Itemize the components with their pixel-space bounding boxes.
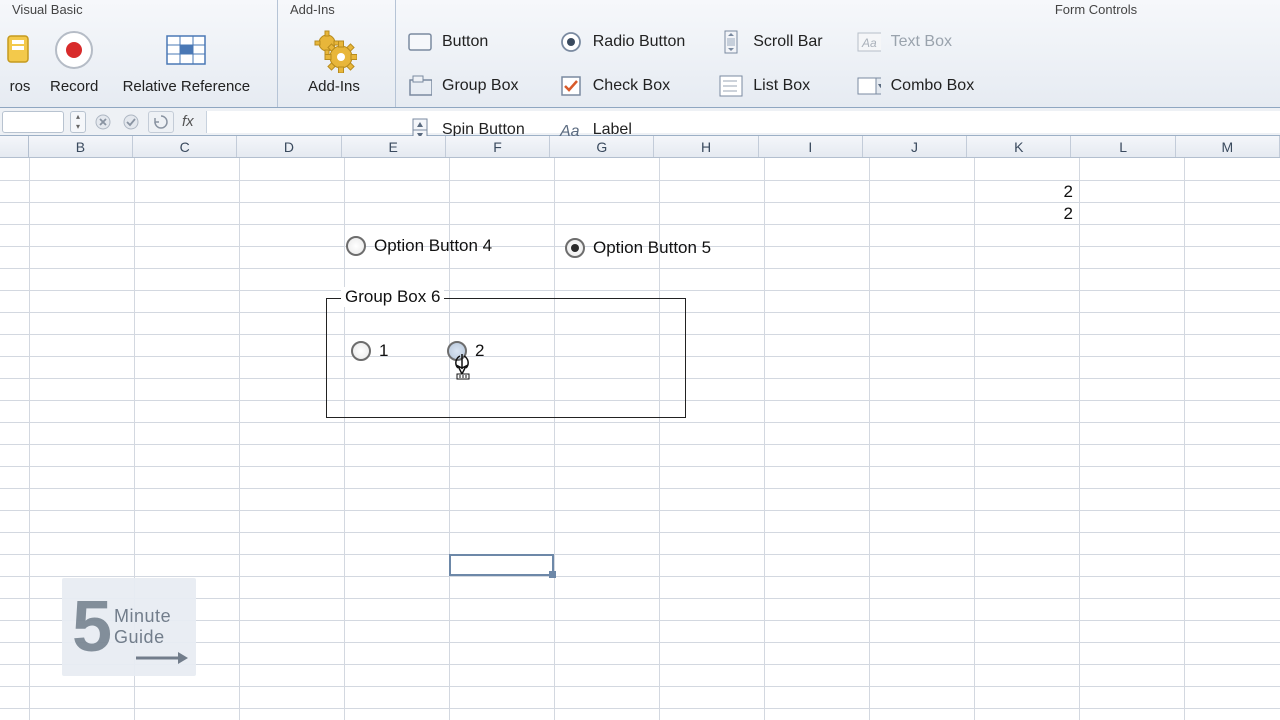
recent-icon [154, 115, 168, 129]
fill-handle[interactable] [549, 571, 556, 578]
col-header-I[interactable]: I [759, 136, 863, 157]
check-icon [123, 114, 139, 130]
form-control-combo-box[interactable]: Combo Box [857, 67, 975, 105]
record-button[interactable]: Record [42, 20, 106, 97]
macros-icon [6, 24, 34, 76]
groupbox-icon [408, 74, 432, 98]
namebox-stepper[interactable]: ▴▾ [70, 111, 86, 133]
form-control-button[interactable]: Button [408, 23, 525, 61]
cell-value: 2 [974, 182, 1079, 202]
watermark-logo: 5 Minute Guide [62, 578, 196, 676]
groupbox-option-2[interactable]: 2 [447, 341, 484, 361]
macros-button[interactable]: ros [6, 20, 42, 97]
x-icon [95, 114, 111, 130]
relative-reference-icon [163, 24, 209, 76]
combobox-icon [857, 74, 881, 98]
recent-formula-button[interactable] [148, 111, 174, 133]
col-header-D[interactable]: D [237, 136, 341, 157]
record-icon [52, 24, 96, 76]
form-control-check-box[interactable]: Check Box [559, 67, 686, 105]
ribbon-group-visual-basic: Visual Basic ros Record [0, 0, 278, 107]
option-button-5[interactable]: Option Button 5 [565, 238, 711, 258]
col-header-L[interactable]: L [1071, 136, 1175, 157]
ribbon-group-form-controls: Form Controls Button Radio Button [396, 0, 1280, 107]
radio-icon [565, 238, 585, 258]
form-control-radio-button[interactable]: Radio Button [559, 23, 686, 61]
button-icon [408, 30, 432, 54]
ribbon-group-addins: Add-Ins [278, 0, 396, 107]
radio-icon [447, 341, 467, 361]
arrow-icon [134, 650, 190, 666]
checkbox-icon [559, 74, 583, 98]
enter-formula-button[interactable] [120, 111, 142, 133]
group-label-form-controls: Form Controls [402, 0, 1274, 17]
form-control-list-box[interactable]: List Box [719, 67, 822, 105]
group-label-addins: Add-Ins [284, 0, 389, 20]
radio-icon [346, 236, 366, 256]
spreadsheet-grid[interactable]: 2 2 Option Button 4 Option Button 5 Grou… [0, 158, 1280, 720]
group-box-6[interactable]: Group Box 6 1 2 [326, 298, 686, 418]
select-all-corner[interactable] [0, 136, 29, 157]
col-header-B[interactable]: B [29, 136, 133, 157]
addins-button[interactable]: Add-Ins [284, 20, 384, 97]
column-headers: B C D E F G H I J K L M [0, 136, 1280, 158]
radio-icon [351, 341, 371, 361]
col-header-H[interactable]: H [654, 136, 758, 157]
name-box[interactable] [2, 111, 64, 133]
col-header-E[interactable]: E [342, 136, 446, 157]
form-control-group-box[interactable]: Group Box [408, 67, 525, 105]
gear-icon [311, 24, 357, 76]
col-header-K[interactable]: K [967, 136, 1071, 157]
svg-text:Aa: Aa [861, 36, 877, 50]
scrollbar-icon [719, 30, 743, 54]
listbox-icon [719, 74, 743, 98]
form-control-text-box[interactable]: Aa Text Box [857, 23, 975, 61]
col-header-M[interactable]: M [1176, 136, 1280, 157]
option-button-4[interactable]: Option Button 4 [346, 236, 492, 256]
active-cell[interactable] [449, 554, 554, 576]
group-box-label: Group Box 6 [341, 287, 444, 307]
col-header-J[interactable]: J [863, 136, 967, 157]
col-header-F[interactable]: F [446, 136, 550, 157]
col-header-C[interactable]: C [133, 136, 237, 157]
group-label-visual-basic: Visual Basic [6, 0, 271, 20]
cancel-formula-button[interactable] [92, 111, 114, 133]
textbox-icon: Aa [857, 30, 881, 54]
radio-icon [559, 30, 583, 54]
form-control-scroll-bar[interactable]: Scroll Bar [719, 23, 822, 61]
cell-value: 2 [974, 204, 1079, 224]
fx-label[interactable]: fx [182, 113, 194, 130]
groupbox-option-1[interactable]: 1 [351, 341, 388, 361]
relative-reference-button[interactable]: Relative Reference [106, 20, 266, 97]
ribbon: Visual Basic ros Record [0, 0, 1280, 108]
col-header-G[interactable]: G [550, 136, 654, 157]
